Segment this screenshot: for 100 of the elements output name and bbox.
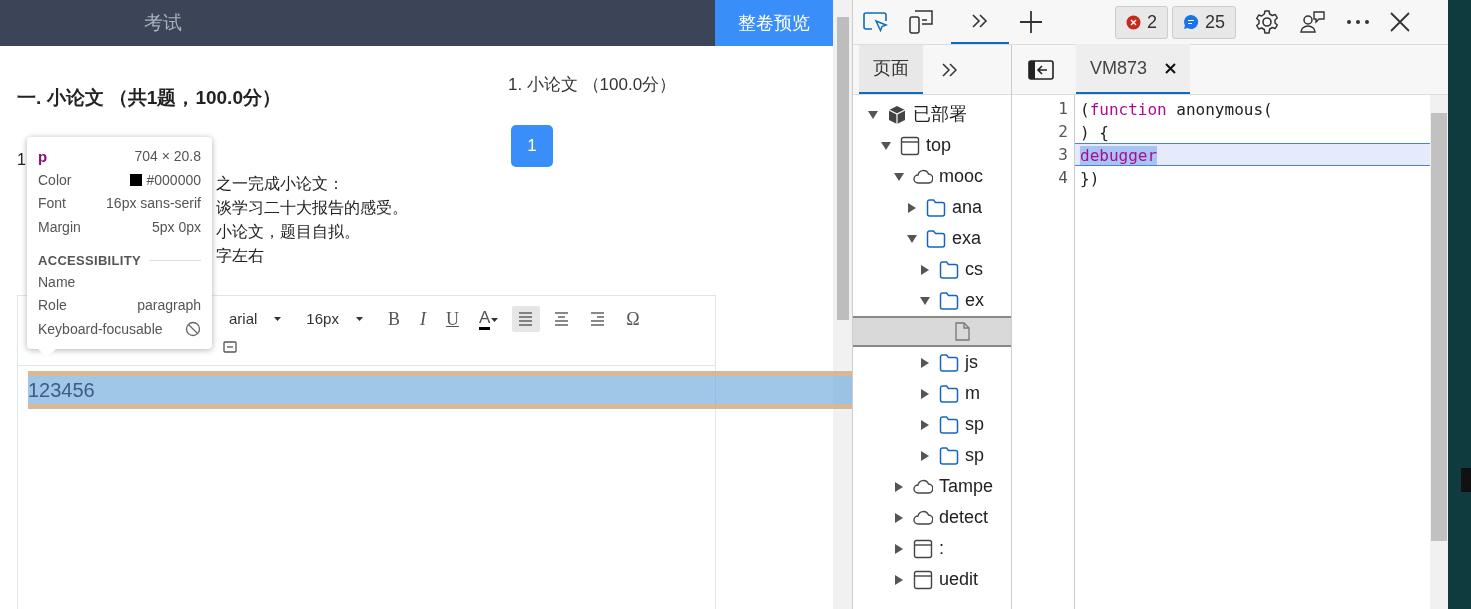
file-tab[interactable]: VM873 [1076,44,1191,94]
tree-item[interactable]: top [853,130,1011,161]
ellipsis-icon [1346,19,1371,25]
line-number: 2 [1057,121,1069,143]
property-value: #000000 [146,170,201,190]
folder-icon [939,445,959,466]
tree-item[interactable]: 已部署 [853,99,1011,130]
tree-item[interactable] [853,316,1011,347]
folder-icon [939,259,959,280]
scrollbar[interactable] [1430,95,1448,609]
question-text: 小论文，题目自拟。 [216,221,360,242]
window-icon [900,135,920,156]
outline-item[interactable]: 1. 小论文 （100.0分） [508,72,677,98]
section-title: 一. 小论文 （共1题，100.0分） [17,86,282,110]
collapsed-triangle-icon [919,263,931,276]
collapsed-triangle-icon [893,480,905,493]
question-text: 谈学习二十大报告的感受。 [216,197,408,218]
collapsed-triangle-icon [919,387,931,400]
window-icon [913,538,933,559]
align-right-icon [590,312,607,327]
folder-icon [926,197,946,218]
tree-item[interactable]: mooc [853,161,1011,192]
close-icon [1165,62,1177,74]
font-dropdown[interactable]: 16px [300,306,370,333]
code-line: (function anonymous( [1079,99,1274,120]
font-color-button[interactable]: A [472,306,505,332]
align-left-icon [518,312,535,327]
property-label: Role [38,296,67,315]
tree-item[interactable]: sp [853,440,1011,471]
tree-item[interactable]: js [853,347,1011,378]
expanded-triangle-icon [880,139,892,152]
folder-icon [939,352,959,373]
folder-icon [939,414,959,435]
color-swatch [130,174,143,187]
format-button[interactable]: I [413,306,432,333]
line-number: 1 [1057,98,1069,120]
editor-paragraph[interactable]: 123456 [28,371,852,409]
expanded-triangle-icon [919,294,931,307]
cursor-in-box-icon [863,12,889,32]
tree-item[interactable]: Tampe [853,471,1011,502]
collapsed-triangle-icon [906,201,918,214]
messages-button[interactable]: 25 [1172,5,1237,39]
format-button[interactable]: U [439,306,465,333]
property-label: Font [38,194,66,213]
phone-and-tablet-icon [909,10,935,34]
desktop-icon [1461,467,1471,492]
align-left-button[interactable] [512,306,541,333]
tree-item[interactable]: detect [853,502,1011,533]
format-button[interactable]: Ω [620,306,646,333]
chat-bubble-icon [1183,14,1199,30]
scrollbar[interactable] [833,0,852,609]
caret-icon [490,316,499,322]
tree-item[interactable]: sp [853,409,1011,440]
section-heading: ACCESSIBILITY [38,252,141,270]
tree-item[interactable]: ana [853,192,1011,223]
property-value: 5px 0px [151,217,201,237]
gear-icon [1254,9,1281,35]
page-title: 考试 [142,11,183,35]
tree-item[interactable]: ex [853,285,1011,316]
element-tag: p [38,145,48,169]
property-value: paragraph [137,296,201,315]
align-center-icon [554,312,571,327]
folder-icon [939,383,959,404]
property-label: Keyboard-focusable [38,319,163,339]
tree-item[interactable]: m [853,378,1011,409]
caret-icon [354,316,364,323]
collapsed-triangle-icon [919,418,931,431]
tree-item[interactable]: exa [853,223,1011,254]
code-line: }) [1079,168,1101,189]
collapsed-triangle-icon [893,542,905,555]
close-icon [1390,12,1411,32]
chevron-double-icon [971,13,989,29]
property-label: Margin [38,217,81,237]
expanded-triangle-icon [893,170,905,183]
question-text: 1 [17,150,26,168]
errors-button[interactable]: 2 [1115,5,1168,39]
question-text: 之一完成小论文： [216,173,344,194]
chevron-double-icon [941,62,957,78]
window-icon [913,569,933,590]
tree-item[interactable]: cs [853,254,1011,285]
collapsed-triangle-icon [893,511,905,524]
expanded-triangle-icon [867,108,879,121]
question-text: 字左右 [216,245,264,266]
collapsed-triangle-icon [893,573,905,586]
file-icon [952,321,972,342]
line-number: 3 [1057,144,1069,166]
format-button[interactable]: B [381,306,406,333]
plus-icon [1019,10,1043,34]
cube-icon [887,104,907,125]
line-number: 4 [1057,167,1069,189]
font-dropdown[interactable]: arial [223,306,289,333]
tree-item[interactable]: uedit [853,564,1011,595]
toolbar-icon[interactable] [223,338,237,353]
folder-icon [939,290,959,311]
property-value: 16px sans-serif [106,194,201,213]
code-line: ) { [1079,122,1110,143]
tree-item[interactable]: : [853,533,1011,564]
collapsed-triangle-icon [919,356,931,369]
collapsed-triangle-icon [919,449,931,462]
panel-tab[interactable]: 页面 [859,45,923,94]
